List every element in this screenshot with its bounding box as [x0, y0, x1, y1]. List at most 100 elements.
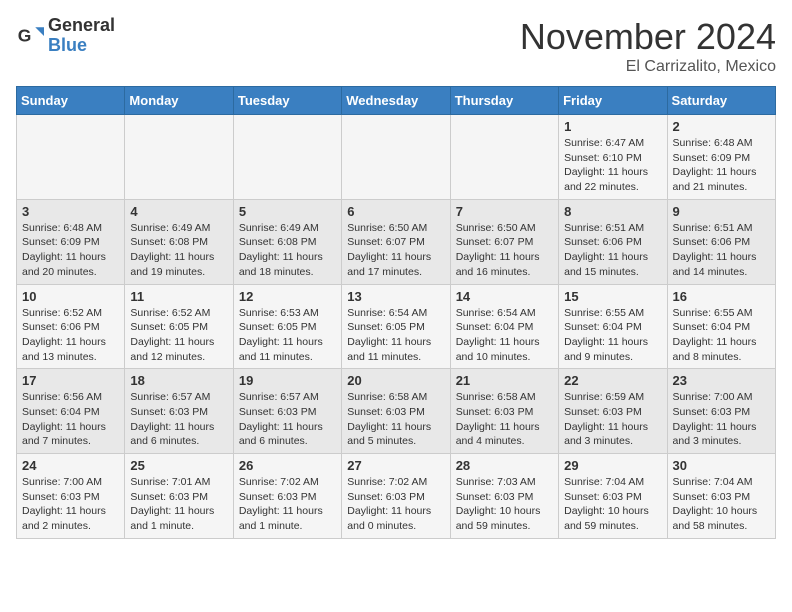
day-number: 10 — [22, 289, 119, 304]
day-info: Sunrise: 6:56 AMSunset: 6:04 PMDaylight:… — [22, 390, 119, 449]
calendar-cell: 11 Sunrise: 6:52 AMSunset: 6:05 PMDayligh… — [125, 284, 233, 369]
day-info: Sunrise: 6:54 AMSunset: 6:05 PMDaylight:… — [347, 306, 444, 365]
calendar-cell: 10Sunrise: 6:52 AMSunset: 6:06 PMDayligh… — [17, 284, 125, 369]
day-number: 14 — [456, 289, 553, 304]
day-number: 7 — [456, 204, 553, 219]
calendar-cell: 1 Sunrise: 6:47 AMSunset: 6:10 PMDaylight… — [559, 115, 667, 200]
page-header: G General Blue November 2024 El Carrizal… — [16, 16, 776, 76]
calendar-cell: 9Sunrise: 6:51 AMSunset: 6:06 PMDaylight… — [667, 199, 775, 284]
calendar-cell — [450, 115, 558, 200]
calendar-cell: 6 Sunrise: 6:50 AMSunset: 6:07 PMDaylight… — [342, 199, 450, 284]
calendar-week-row: 1 Sunrise: 6:47 AMSunset: 6:10 PMDaylight… — [17, 115, 776, 200]
day-info: Sunrise: 6:51 AMSunset: 6:06 PMDaylight:… — [564, 221, 661, 280]
logo: G General Blue — [16, 16, 115, 56]
day-info: Sunrise: 6:49 AMSunset: 6:08 PMDaylight:… — [130, 221, 227, 280]
weekday-header: Wednesday — [342, 87, 450, 115]
day-info: Sunrise: 6:58 AMSunset: 6:03 PMDaylight:… — [347, 390, 444, 449]
day-number: 30 — [673, 458, 770, 473]
day-number: 15 — [564, 289, 661, 304]
weekday-header: Friday — [559, 87, 667, 115]
calendar-week-row: 17 Sunrise: 6:56 AMSunset: 6:04 PMDayligh… — [17, 369, 776, 454]
calendar-header-row: SundayMondayTuesdayWednesdayThursdayFrid… — [17, 87, 776, 115]
day-number: 26 — [239, 458, 336, 473]
day-info: Sunrise: 7:02 AMSunset: 6:03 PMDaylight:… — [239, 475, 336, 534]
day-info: Sunrise: 7:01 AMSunset: 6:03 PMDaylight:… — [130, 475, 227, 534]
logo-general: General — [48, 16, 115, 36]
day-info: Sunrise: 6:54 AMSunset: 6:04 PMDaylight:… — [456, 306, 553, 365]
day-number: 27 — [347, 458, 444, 473]
day-info: Sunrise: 6:53 AMSunset: 6:05 PMDaylight:… — [239, 306, 336, 365]
day-number: 3 — [22, 204, 119, 219]
day-info: Sunrise: 6:57 AMSunset: 6:03 PMDaylight:… — [130, 390, 227, 449]
calendar-cell: 16Sunrise: 6:55 AMSunset: 6:04 PMDayligh… — [667, 284, 775, 369]
day-info: Sunrise: 6:50 AMSunset: 6:07 PMDaylight:… — [456, 221, 553, 280]
calendar-cell: 28Sunrise: 7:03 AMSunset: 6:03 PMDayligh… — [450, 454, 558, 539]
weekday-header: Tuesday — [233, 87, 341, 115]
calendar-cell: 15 Sunrise: 6:55 AMSunset: 6:04 PMDayligh… — [559, 284, 667, 369]
weekday-header: Sunday — [17, 87, 125, 115]
day-info: Sunrise: 7:00 AMSunset: 6:03 PMDaylight:… — [673, 390, 770, 449]
day-info: Sunrise: 6:47 AMSunset: 6:10 PMDaylight:… — [564, 136, 661, 195]
day-info: Sunrise: 6:49 AMSunset: 6:08 PMDaylight:… — [239, 221, 336, 280]
day-info: Sunrise: 6:57 AMSunset: 6:03 PMDaylight:… — [239, 390, 336, 449]
calendar-cell: 8Sunrise: 6:51 AMSunset: 6:06 PMDaylight… — [559, 199, 667, 284]
day-number: 29 — [564, 458, 661, 473]
calendar-cell — [17, 115, 125, 200]
calendar-cell: 19Sunrise: 6:57 AMSunset: 6:03 PMDayligh… — [233, 369, 341, 454]
day-info: Sunrise: 6:52 AMSunset: 6:05 PMDaylight:… — [130, 306, 227, 365]
calendar-table: SundayMondayTuesdayWednesdayThursdayFrid… — [16, 86, 776, 539]
day-number: 11 — [130, 289, 227, 304]
calendar-cell: 4 Sunrise: 6:49 AMSunset: 6:08 PMDaylight… — [125, 199, 233, 284]
day-number: 22 — [564, 373, 661, 388]
calendar-cell: 26 Sunrise: 7:02 AMSunset: 6:03 PMDayligh… — [233, 454, 341, 539]
calendar-week-row: 10Sunrise: 6:52 AMSunset: 6:06 PMDayligh… — [17, 284, 776, 369]
logo-icon: G — [16, 22, 44, 50]
calendar-cell: 13 Sunrise: 6:54 AMSunset: 6:05 PMDayligh… — [342, 284, 450, 369]
calendar-cell — [233, 115, 341, 200]
calendar-cell: 21 Sunrise: 6:58 AMSunset: 6:03 PMDayligh… — [450, 369, 558, 454]
day-number: 2 — [673, 119, 770, 134]
day-number: 20 — [347, 373, 444, 388]
day-number: 5 — [239, 204, 336, 219]
location-title: El Carrizalito, Mexico — [520, 58, 776, 76]
day-number: 21 — [456, 373, 553, 388]
calendar-cell: 29 Sunrise: 7:04 AMSunset: 6:03 PMDayligh… — [559, 454, 667, 539]
day-number: 6 — [347, 204, 444, 219]
calendar-cell: 14 Sunrise: 6:54 AMSunset: 6:04 PMDayligh… — [450, 284, 558, 369]
calendar-cell: 3 Sunrise: 6:48 AMSunset: 6:09 PMDaylight… — [17, 199, 125, 284]
calendar-cell: 17 Sunrise: 6:56 AMSunset: 6:04 PMDayligh… — [17, 369, 125, 454]
day-info: Sunrise: 6:48 AMSunset: 6:09 PMDaylight:… — [22, 221, 119, 280]
day-number: 28 — [456, 458, 553, 473]
day-number: 9 — [673, 204, 770, 219]
day-number: 13 — [347, 289, 444, 304]
day-info: Sunrise: 7:00 AMSunset: 6:03 PMDaylight:… — [22, 475, 119, 534]
calendar-cell — [125, 115, 233, 200]
day-number: 12 — [239, 289, 336, 304]
day-number: 1 — [564, 119, 661, 134]
calendar-cell — [342, 115, 450, 200]
calendar-cell: 2 Sunrise: 6:48 AMSunset: 6:09 PMDaylight… — [667, 115, 775, 200]
day-info: Sunrise: 6:58 AMSunset: 6:03 PMDaylight:… — [456, 390, 553, 449]
day-info: Sunrise: 6:55 AMSunset: 6:04 PMDaylight:… — [673, 306, 770, 365]
calendar-cell: 5 Sunrise: 6:49 AMSunset: 6:08 PMDaylight… — [233, 199, 341, 284]
day-info: Sunrise: 6:59 AMSunset: 6:03 PMDaylight:… — [564, 390, 661, 449]
logo-text: General Blue — [48, 16, 115, 56]
weekday-header: Saturday — [667, 87, 775, 115]
month-title: November 2024 — [520, 16, 776, 58]
weekday-header: Monday — [125, 87, 233, 115]
svg-text:G: G — [18, 25, 32, 45]
calendar-cell: 23 Sunrise: 7:00 AMSunset: 6:03 PMDayligh… — [667, 369, 775, 454]
day-info: Sunrise: 7:04 AMSunset: 6:03 PMDaylight:… — [564, 475, 661, 534]
day-info: Sunrise: 6:50 AMSunset: 6:07 PMDaylight:… — [347, 221, 444, 280]
calendar-cell: 30 Sunrise: 7:04 AMSunset: 6:03 PMDayligh… — [667, 454, 775, 539]
title-area: November 2024 El Carrizalito, Mexico — [520, 16, 776, 76]
day-info: Sunrise: 6:48 AMSunset: 6:09 PMDaylight:… — [673, 136, 770, 195]
day-number: 4 — [130, 204, 227, 219]
day-info: Sunrise: 6:55 AMSunset: 6:04 PMDaylight:… — [564, 306, 661, 365]
day-number: 17 — [22, 373, 119, 388]
logo-blue: Blue — [48, 36, 115, 56]
day-info: Sunrise: 7:04 AMSunset: 6:03 PMDaylight:… — [673, 475, 770, 534]
day-number: 23 — [673, 373, 770, 388]
day-number: 18 — [130, 373, 227, 388]
calendar-cell: 24Sunrise: 7:00 AMSunset: 6:03 PMDayligh… — [17, 454, 125, 539]
